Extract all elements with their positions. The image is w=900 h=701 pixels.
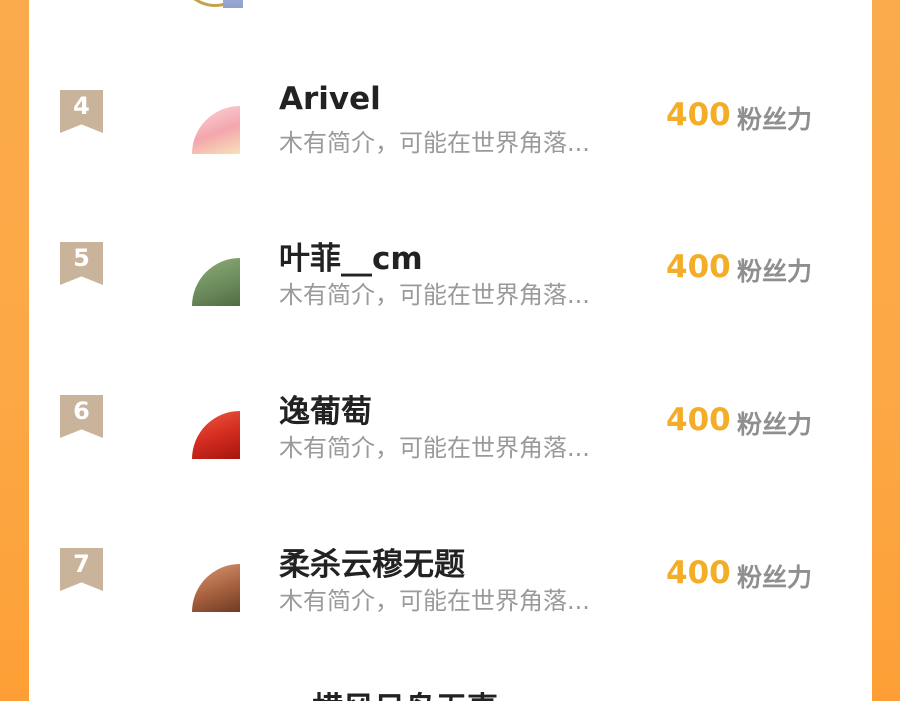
fan-score: 400	[666, 555, 731, 591]
user-name[interactable]: 柔杀云穆无题	[279, 539, 465, 584]
user-bio: 木有简介，可能在世界角落...	[279, 129, 590, 157]
avatar[interactable]	[192, 411, 240, 459]
ranking-row[interactable]: 7 柔杀云穆无题 木有简介，可能在世界角落... 400 粉丝力	[29, 539, 872, 659]
fan-score-label: 粉丝力	[737, 257, 813, 286]
ranking-row[interactable]: 6 逸葡萄 木有简介，可能在世界角落... 400 粉丝力	[29, 386, 872, 506]
avatar[interactable]	[192, 564, 240, 612]
fan-score-label: 粉丝力	[737, 410, 813, 439]
ranking-row[interactable]: 5 叶菲__cm 木有简介，可能在世界角落... 400 粉丝力	[29, 233, 872, 353]
rank-number: 6	[73, 397, 90, 425]
user-name[interactable]: 叶菲__cm	[279, 233, 423, 278]
fan-score-label: 粉丝力	[737, 105, 813, 134]
next-user-name[interactable]: 横风日鸟无事	[312, 683, 498, 701]
avatar[interactable]	[192, 258, 240, 306]
fan-score: 400	[666, 97, 731, 133]
user-name[interactable]: Arivel	[279, 81, 381, 117]
previous-user-avatar[interactable]	[179, 0, 255, 10]
rank-number: 5	[73, 244, 90, 272]
ranking-panel: 4 Arivel 木有简介，可能在世界角落... 400 粉丝力 5 叶菲__c…	[29, 0, 872, 701]
fan-score: 400	[666, 249, 731, 285]
user-name[interactable]: 逸葡萄	[279, 386, 372, 431]
fan-score: 400	[666, 402, 731, 438]
user-bio: 木有简介，可能在世界角落...	[279, 281, 590, 309]
rank-number: 4	[73, 92, 90, 120]
ranking-row[interactable]: 4 Arivel 木有简介，可能在世界角落... 400 粉丝力	[29, 81, 872, 201]
user-avatar-icon	[223, 0, 243, 8]
user-bio: 木有简介，可能在世界角落...	[279, 434, 590, 462]
avatar[interactable]	[192, 106, 240, 154]
fan-score-label: 粉丝力	[737, 563, 813, 592]
rank-number: 7	[73, 550, 90, 578]
user-bio: 木有简介，可能在世界角落...	[279, 587, 590, 615]
